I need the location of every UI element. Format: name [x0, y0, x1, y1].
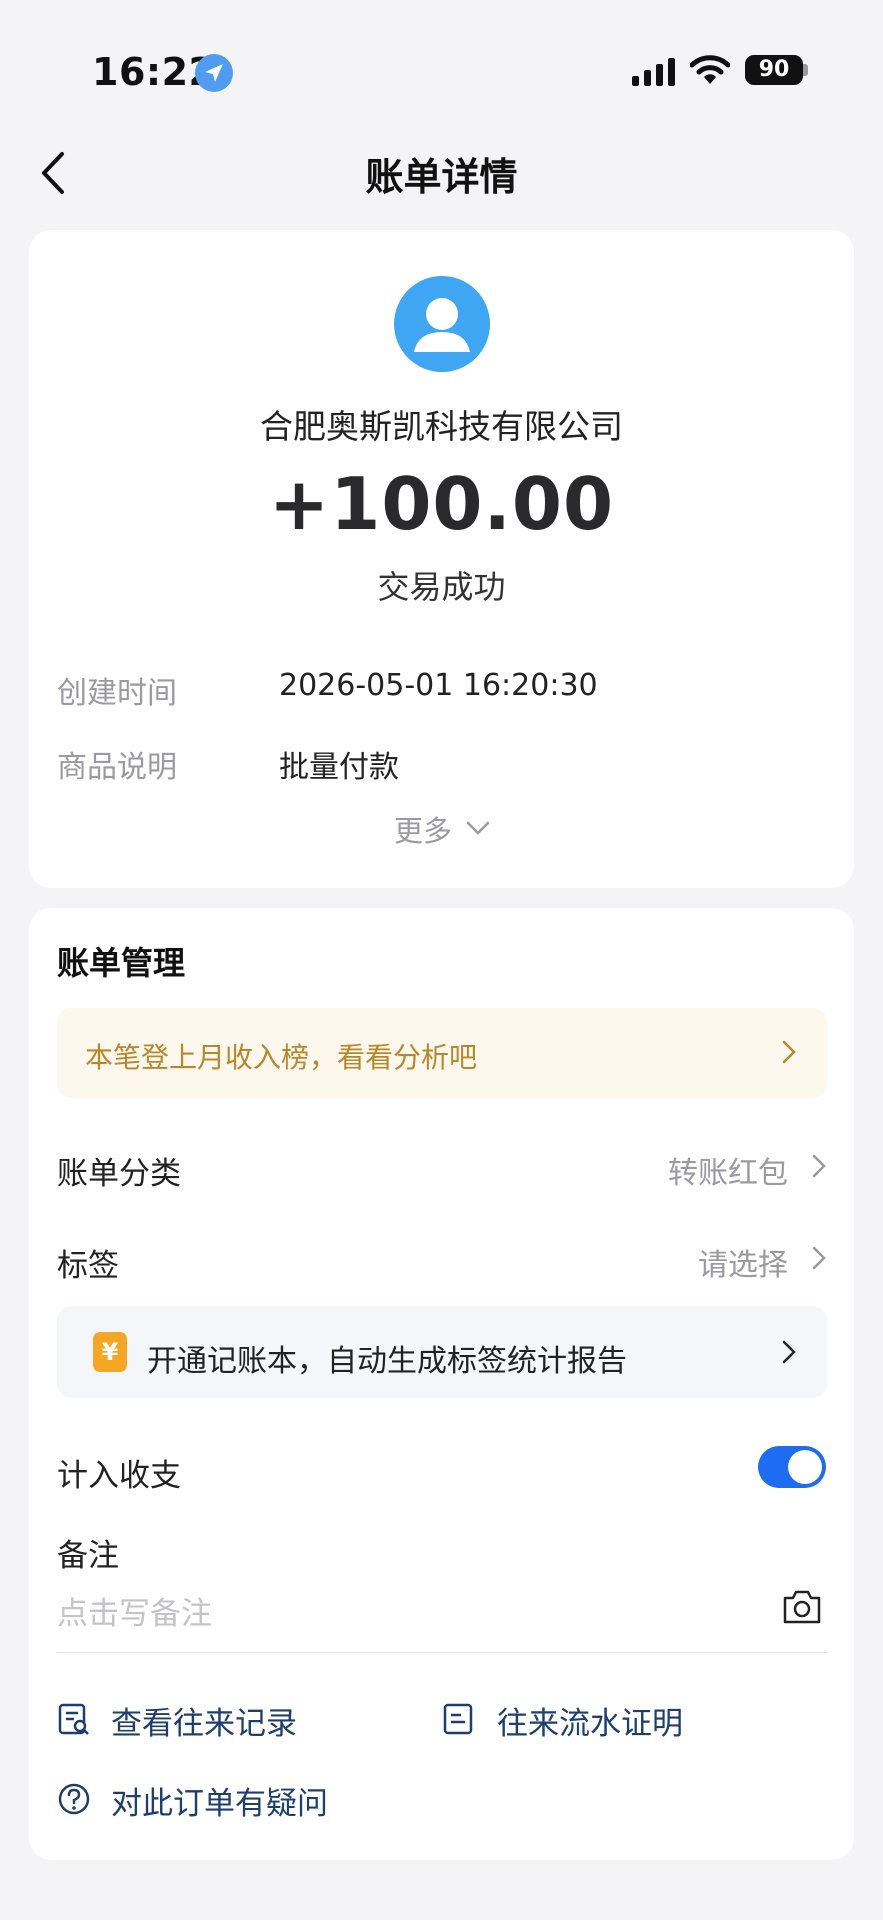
bill-management-card: 账单管理 本笔登上月收入榜，看看分析吧 账单分类 转账红包 标签 请选择 ¥ 开… — [29, 908, 854, 1860]
count-in-toggle[interactable] — [758, 1446, 826, 1488]
note-label: 备注 — [57, 1538, 119, 1574]
question-circle-icon — [58, 1783, 90, 1815]
record-search-icon — [58, 1703, 89, 1735]
tag-select[interactable]: 请选择 — [698, 1240, 788, 1284]
section-title: 账单管理 — [57, 944, 186, 982]
transaction-status: 交易成功 — [377, 568, 506, 606]
coin-icon: ¥ — [93, 1332, 127, 1372]
created-time-value: 2026-05-01 16:20:30 — [279, 668, 598, 703]
chevron-down-icon — [466, 821, 490, 835]
location-arrow-icon — [195, 54, 233, 92]
document-icon — [443, 1703, 473, 1735]
category-value[interactable]: 转账红包 — [668, 1148, 788, 1192]
counterparty-name: 合肥奥斯凯科技有限公司 — [260, 407, 623, 446]
product-desc-value: 批量付款 — [279, 750, 399, 785]
chevron-right-icon — [812, 1154, 826, 1178]
divider — [57, 1652, 827, 1653]
bill-summary-card: 合肥奥斯凯科技有限公司 +100.00 交易成功 创建时间 2026-05-01… — [29, 230, 854, 888]
status-bar: 16:22 90 — [0, 0, 883, 140]
transaction-amount: +100.00 — [268, 462, 615, 546]
page-title: 账单详情 — [365, 155, 518, 199]
wifi-icon — [690, 55, 730, 84]
chevron-right-icon — [782, 1040, 796, 1064]
ledger-banner-text: 开通记账本，自动生成标签统计报告 — [147, 1344, 627, 1379]
count-in-label: 计入收支 — [57, 1458, 181, 1494]
battery-indicator: 90 — [745, 55, 803, 85]
income-ranking-text: 本笔登上月收入榜，看看分析吧 — [85, 1041, 478, 1074]
avatar-person-icon — [394, 276, 490, 372]
toggle-knob — [788, 1450, 822, 1484]
product-desc-label: 商品说明 — [57, 750, 177, 785]
created-time-label: 创建时间 — [57, 676, 177, 711]
note-input[interactable]: 点击写备注 — [57, 1588, 212, 1633]
view-history-link[interactable]: 查看往来记录 — [111, 1698, 297, 1743]
more-button[interactable]: 更多 — [394, 808, 452, 850]
camera-icon[interactable] — [781, 1588, 823, 1626]
cellular-signal-icon — [632, 58, 675, 86]
chevron-right-icon — [782, 1340, 796, 1364]
chevron-right-icon — [812, 1246, 826, 1270]
tag-label: 标签 — [57, 1248, 119, 1284]
statement-proof-link[interactable]: 往来流水证明 — [497, 1698, 683, 1743]
category-label: 账单分类 — [57, 1156, 181, 1192]
order-question-link[interactable]: 对此订单有疑问 — [111, 1778, 328, 1823]
battery-tip — [803, 64, 808, 76]
